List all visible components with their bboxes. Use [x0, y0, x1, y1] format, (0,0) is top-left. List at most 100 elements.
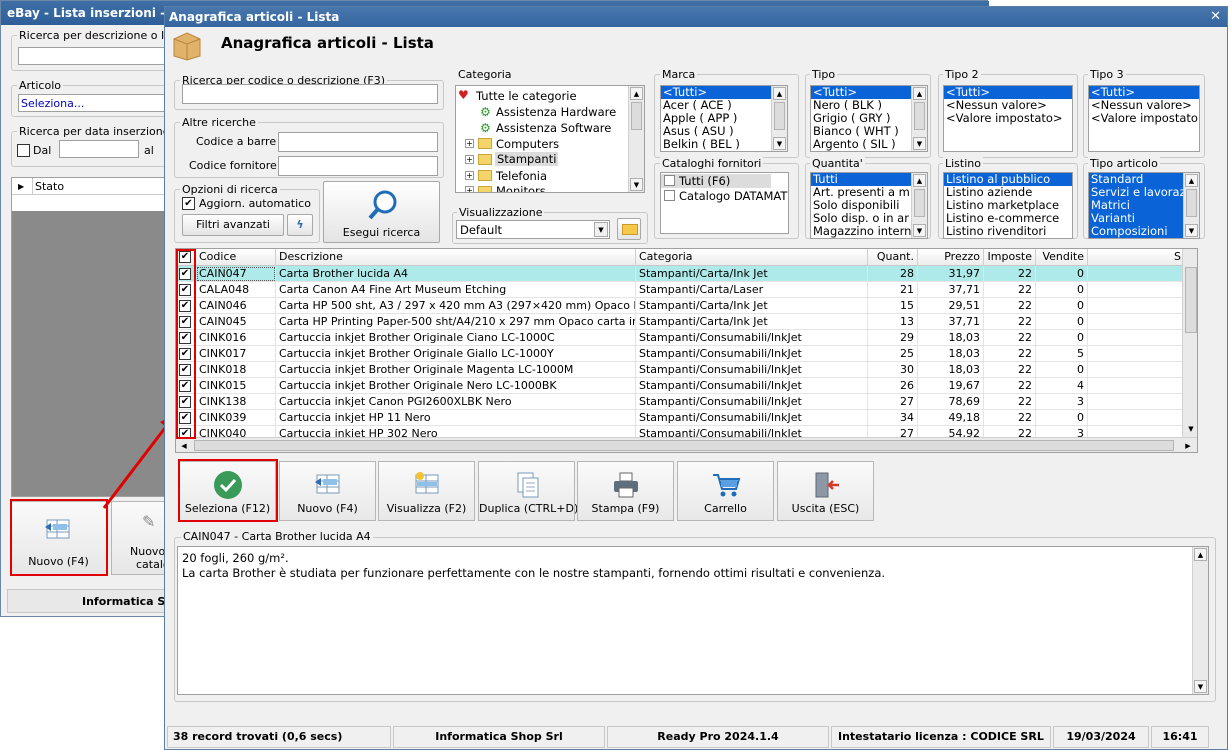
expand-icon[interactable]: + [465, 186, 474, 192]
cell-taxes[interactable]: 22 [984, 378, 1036, 394]
supplier-catalogs-listbox[interactable]: Tutti (F6) Catalogo DATAMATI [660, 172, 789, 234]
detail-scrollbar[interactable]: ▲ ▼ [1192, 547, 1208, 694]
table-row[interactable]: ✔ CINK018 Cartuccia inkjet Brother Origina… [176, 362, 1197, 378]
quantity-item[interactable]: Magazzino interno [811, 225, 927, 238]
cell-category[interactable]: Stampanti/Consumabili/InkJet [636, 394, 868, 410]
cell-sales[interactable]: 3 [1036, 394, 1088, 410]
cell-category[interactable]: Stampanti/Consumabili/InkJet [636, 330, 868, 346]
supplier-code-input[interactable] [278, 156, 438, 176]
print-button[interactable]: Stampa (F9) [577, 461, 674, 521]
cell-sales[interactable]: 4 [1036, 378, 1088, 394]
type2-item[interactable]: <Valore impostato> [944, 112, 1072, 125]
cell-sales[interactable]: 0 [1036, 266, 1088, 282]
search-button[interactable]: Esegui ricerca [323, 181, 440, 243]
price-list-item[interactable]: Listino rivenditori [944, 225, 1072, 238]
col-header-code[interactable]: Codice [196, 249, 276, 266]
cell-price[interactable]: 19,67 [918, 378, 984, 394]
cell-price[interactable]: 29,51 [918, 298, 984, 314]
table-row[interactable]: ✔ CAIN047 Carta Brother lucida A4 Stampanti… [176, 266, 1197, 282]
cell-price[interactable]: 37,71 [918, 314, 984, 330]
grid-vertical-scrollbar[interactable]: ▼ [1182, 249, 1197, 437]
cell-description[interactable]: Carta Brother lucida A4 [276, 266, 636, 282]
cart-button[interactable]: Carrello [677, 461, 774, 521]
cell-description[interactable]: Cartuccia inkjet Brother Originale Giall… [276, 346, 636, 362]
tree-item-sw-service[interactable]: Assistenza Software [496, 121, 611, 135]
brand-listbox[interactable]: <Tutti> Acer ( ACE ) Apple ( APP ) Asus … [660, 85, 788, 152]
catalog-checkbox[interactable] [664, 175, 675, 186]
type-item[interactable]: Argento ( SIL ) [811, 138, 927, 151]
cell-description[interactable]: Cartuccia inkjet Canon PGI2600XLBK Nero [276, 394, 636, 410]
chevron-down-icon[interactable]: ▼ [594, 222, 608, 237]
exit-button[interactable]: Uscita (ESC) [777, 461, 874, 521]
price-list-listbox[interactable]: Listino al pubblico Listino aziende List… [943, 172, 1073, 239]
cell-price[interactable]: 18,03 [918, 362, 984, 378]
barcode-input[interactable] [278, 132, 438, 152]
view-select[interactable]: Default ▼ [456, 220, 610, 239]
cell-quantity[interactable]: 15 [868, 298, 918, 314]
cell-description[interactable]: Cartuccia inkjet Brother Originale Nero … [276, 378, 636, 394]
article-type-listbox[interactable]: Standard Servizi e lavorazio Matrici Var… [1088, 172, 1200, 239]
cell-sales[interactable]: 5 [1036, 346, 1088, 362]
view-button[interactable]: Visualizza (F2) [378, 461, 475, 521]
cell-code[interactable]: CINK039 [196, 410, 276, 426]
cell-taxes[interactable]: 22 [984, 266, 1036, 282]
cell-price[interactable]: 18,03 [918, 330, 984, 346]
table-row[interactable]: ✔ CINK017 Cartuccia inkjet Brother Origina… [176, 346, 1197, 362]
expand-icon[interactable]: + [465, 171, 474, 180]
advanced-filters-button[interactable]: Filtri avanzati [182, 214, 284, 236]
cell-taxes[interactable]: 22 [984, 362, 1036, 378]
cell-category[interactable]: Stampanti/Consumabili/InkJet [636, 410, 868, 426]
cell-code[interactable]: CINK015 [196, 378, 276, 394]
brand-scrollbar[interactable]: ▲ ▼ [771, 86, 787, 151]
cell-quantity[interactable]: 21 [868, 282, 918, 298]
table-row[interactable]: ✔ CINK015 Cartuccia inkjet Brother Origina… [176, 378, 1197, 394]
search-input[interactable] [182, 84, 438, 104]
cell-sales[interactable]: 0 [1036, 330, 1088, 346]
catalog-item-all[interactable]: Tutti (F6) [679, 174, 730, 188]
category-scrollbar[interactable]: ▲ ▼ [628, 86, 644, 192]
cell-sales[interactable]: 0 [1036, 314, 1088, 330]
cell-price[interactable]: 37,71 [918, 282, 984, 298]
cell-quantity[interactable]: 26 [868, 378, 918, 394]
table-row[interactable]: ✔ CINK039 Cartuccia inkjet HP 11 Nero Stamp… [176, 410, 1197, 426]
type3-listbox[interactable]: <Tutti> <Nessun valore> <Valore impostat… [1088, 85, 1200, 152]
cell-description[interactable]: Cartuccia inkjet Brother Originale Magen… [276, 362, 636, 378]
table-row[interactable]: ✔ CAIN045 Carta HP Printing Paper-500 sht/… [176, 314, 1197, 330]
cell-price[interactable]: 18,03 [918, 346, 984, 362]
open-folder-button[interactable] [617, 218, 641, 240]
cell-code[interactable]: CINK018 [196, 362, 276, 378]
tree-item-monitors[interactable]: Monitors [496, 184, 546, 192]
bg-grid-row[interactable] [12, 195, 170, 211]
table-row[interactable]: ✔ CINK138 Cartuccia inkjet Canon PGI2600XL… [176, 394, 1197, 410]
detail-textarea[interactable]: 20 fogli, 260 g/m². La carta Brother è s… [177, 546, 1209, 695]
grid-vscroll-thumb[interactable] [1185, 267, 1197, 333]
cell-quantity[interactable]: 30 [868, 362, 918, 378]
cell-taxes[interactable]: 22 [984, 330, 1036, 346]
cell-quantity[interactable]: 13 [868, 314, 918, 330]
cell-description[interactable]: Carta HP Printing Paper-500 sht/A4/210 x… [276, 314, 636, 330]
cell-description[interactable]: Carta Canon A4 Fine Art Museum Etching [276, 282, 636, 298]
cell-quantity[interactable]: 27 [868, 394, 918, 410]
tree-item-hw-service[interactable]: Assistenza Hardware [496, 105, 616, 119]
cell-category[interactable]: Stampanti/Carta/Laser [636, 282, 868, 298]
cell-category[interactable]: Stampanti/Consumabili/InkJet [636, 378, 868, 394]
cell-taxes[interactable]: 22 [984, 298, 1036, 314]
col-header-taxes[interactable]: Imposte [984, 249, 1036, 266]
type2-listbox[interactable]: <Tutti> <Nessun valore> <Valore impostat… [943, 85, 1073, 152]
col-header-price[interactable]: Prezzo [918, 249, 984, 266]
cell-description[interactable]: Carta HP 500 sht, A3 / 297 x 420 mm A3 (… [276, 298, 636, 314]
article-type-item[interactable]: Composizioni [1089, 225, 1183, 238]
cell-description[interactable]: Cartuccia inkjet HP 11 Nero [276, 410, 636, 426]
table-row[interactable]: ✔ CAIN046 Carta HP 500 sht, A3 / 297 x 420… [176, 298, 1197, 314]
type-scrollbar[interactable]: ▲ ▼ [911, 86, 927, 151]
cell-taxes[interactable]: 22 [984, 410, 1036, 426]
quantity-scrollbar[interactable]: ▲ ▼ [911, 173, 927, 238]
cell-code[interactable]: CINK017 [196, 346, 276, 362]
col-header-s[interactable]: S [1088, 249, 1184, 266]
scroll-right-icon[interactable]: ▶ [1182, 440, 1194, 452]
expand-icon[interactable]: + [465, 139, 474, 148]
catalog-checkbox[interactable] [664, 190, 675, 201]
cell-category[interactable]: Stampanti/Consumabili/InkJet [636, 362, 868, 378]
quantity-listbox[interactable]: Tutti Art. presenti a m Solo disponibili… [810, 172, 928, 239]
cell-quantity[interactable]: 29 [868, 330, 918, 346]
